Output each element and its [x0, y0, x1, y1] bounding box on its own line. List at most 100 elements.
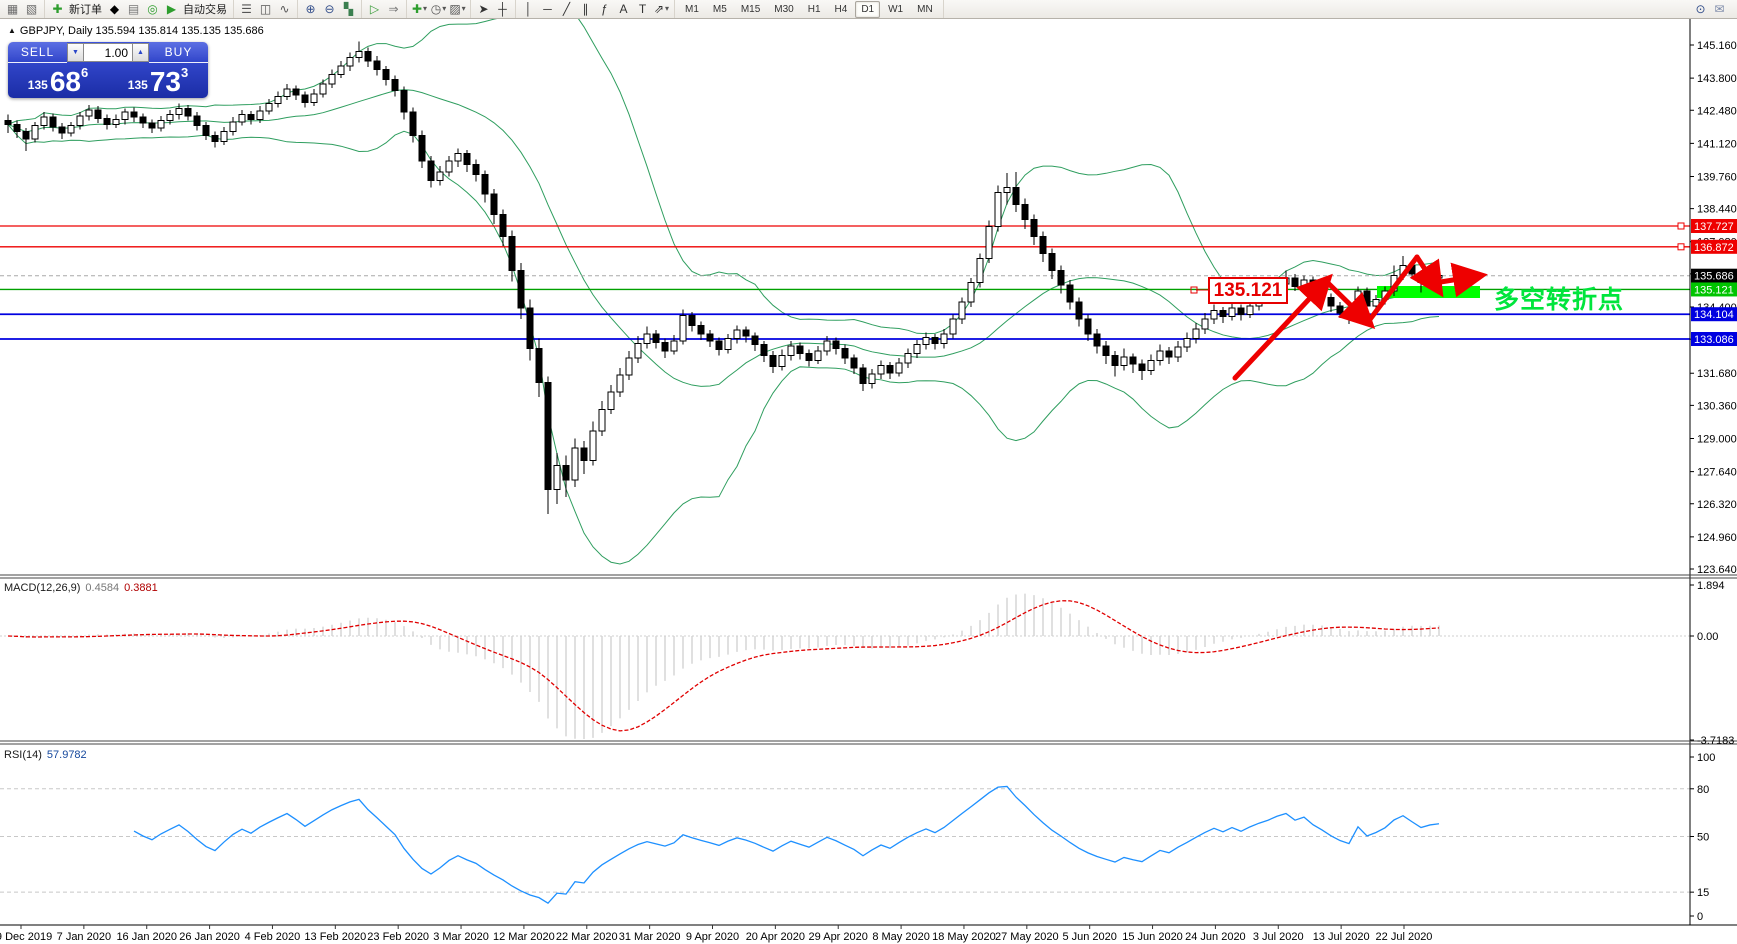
macd-main-value: 0.4584 — [85, 582, 119, 594]
symbol-ohlc-text: GBPJPY, Daily 135.594 135.814 135.135 13… — [20, 25, 264, 37]
bar-chart-icon[interactable]: ☰ — [238, 1, 255, 17]
price-axis: 145.160143.800142.480141.120139.760138.4… — [1690, 40, 1737, 576]
svg-text:4 Feb 2020: 4 Feb 2020 — [245, 931, 301, 943]
svg-text:16 Jan 2020: 16 Jan 2020 — [116, 931, 177, 943]
zoom-in-icon[interactable]: ⊕ — [302, 1, 319, 17]
text-icon[interactable]: A — [615, 1, 632, 17]
timeframe-d1[interactable]: D1 — [855, 1, 880, 18]
signals-icon[interactable]: ◎ — [144, 1, 161, 17]
timeframe-w1[interactable]: W1 — [882, 1, 909, 18]
svg-text:24 Jun 2020: 24 Jun 2020 — [1185, 931, 1246, 943]
svg-text:-3.7183: -3.7183 — [1697, 735, 1734, 747]
svg-text:29 Apr 2020: 29 Apr 2020 — [809, 931, 868, 943]
indicators-icon[interactable]: ✚▾ — [411, 1, 428, 17]
one-click-trading-panel: SELL ▼ 1.00 ▲ BUY 135 68 6 135 73 3 — [8, 42, 208, 98]
svg-text:26 Jan 2020: 26 Jan 2020 — [179, 931, 240, 943]
svg-text:130.360: 130.360 — [1697, 400, 1737, 412]
timeframe-mn[interactable]: MN — [911, 1, 939, 18]
svg-text:124.960: 124.960 — [1697, 532, 1737, 544]
toolbar-group: │─╱∥ƒAT⇗▾ — [516, 0, 675, 18]
timeframe-m1[interactable]: M1 — [679, 1, 705, 18]
toolbar-group: ☰◫∿ — [234, 0, 298, 18]
volume-down-button[interactable]: ▼ — [67, 43, 84, 62]
svg-text:3 Jul 2020: 3 Jul 2020 — [1253, 931, 1304, 943]
channel-icon[interactable]: ∥ — [577, 1, 594, 17]
autotrading-label[interactable]: 自动交易 — [183, 1, 227, 17]
svg-text:50: 50 — [1697, 832, 1709, 844]
indicator-axes: 1.8940.00-3.71831008050150 — [1690, 580, 1734, 923]
cn-annotation-text[interactable]: 多空转折点 — [1494, 280, 1624, 316]
market-watch-icon[interactable]: ▤ — [125, 1, 142, 17]
cursor-icon[interactable]: ➤ — [475, 1, 492, 17]
buy-button[interactable]: BUY — [149, 42, 208, 63]
periods-icon[interactable]: ◷▾ — [430, 1, 447, 17]
trendline-icon[interactable]: ╱ — [558, 1, 575, 17]
new-order-icon[interactable]: ✚ — [49, 1, 66, 17]
svg-text:8 May 2020: 8 May 2020 — [872, 931, 929, 943]
label-icon[interactable]: T — [634, 1, 651, 17]
buy-price[interactable]: 135 73 3 — [108, 63, 208, 97]
rsi-name: RSI(14) — [4, 749, 42, 761]
macd-signal-line — [8, 601, 1439, 731]
zoom-out-icon[interactable]: ⊖ — [321, 1, 338, 17]
search-icon[interactable]: ⊙ — [1692, 1, 1709, 17]
horizontal-line-icon[interactable]: ─ — [539, 1, 556, 17]
panel-splitter[interactable] — [0, 740, 1690, 745]
chart-canvas[interactable]: 145.160143.800142.480141.120139.760138.4… — [0, 0, 1737, 944]
collapse-icon[interactable]: ▲ — [8, 26, 16, 35]
svg-text:31 Mar 2020: 31 Mar 2020 — [619, 931, 681, 943]
sell-price[interactable]: 135 68 6 — [8, 63, 108, 97]
panel-splitter[interactable] — [0, 573, 1690, 578]
auto-scroll-icon[interactable]: ▷ — [366, 1, 383, 17]
toolbar-group: ▦▧ — [0, 0, 45, 18]
timeframe-m5[interactable]: M5 — [707, 1, 733, 18]
sell-price-prefix: 135 — [28, 78, 48, 92]
line-chart-icon[interactable]: ∿ — [276, 1, 293, 17]
volume-up-button[interactable]: ▲ — [132, 43, 149, 62]
chevron-down-icon[interactable]: ▾ — [423, 1, 427, 17]
main-toolbar: ▦▧✚新订单◆▤◎▶自动交易☰◫∿⊕⊖▚▷⇒✚▾◷▾▨▾➤┼│─╱∥ƒAT⇗▾M… — [0, 0, 1737, 19]
timeframe-m15[interactable]: M15 — [735, 1, 766, 18]
toolbar-right: ⊙✉ — [1688, 0, 1737, 18]
timeframe-m30[interactable]: M30 — [768, 1, 799, 18]
templates-icon[interactable]: ▨▾ — [449, 1, 466, 17]
candlestick-chart-icon[interactable]: ◫ — [257, 1, 274, 17]
profiles-icon[interactable]: ▧ — [23, 1, 40, 17]
chevron-down-icon[interactable]: ▾ — [665, 1, 669, 17]
svg-text:127.640: 127.640 — [1697, 467, 1737, 479]
svg-text:126.320: 126.320 — [1697, 499, 1737, 511]
chevron-down-icon[interactable]: ▾ — [442, 1, 446, 17]
svg-text:15: 15 — [1697, 887, 1709, 899]
tile-windows-icon[interactable]: ▚ — [340, 1, 357, 17]
svg-text:133.086: 133.086 — [1694, 334, 1734, 346]
svg-text:20 Apr 2020: 20 Apr 2020 — [746, 931, 805, 943]
sell-button[interactable]: SELL — [8, 42, 67, 63]
timeframe-h4[interactable]: H4 — [829, 1, 854, 18]
timeframe-h1[interactable]: H1 — [802, 1, 827, 18]
fibonacci-icon[interactable]: ƒ — [596, 1, 613, 17]
svg-text:136.872: 136.872 — [1694, 242, 1734, 254]
rsi-label: RSI(14)57.9782 — [4, 749, 87, 761]
svg-text:12 Mar 2020: 12 Mar 2020 — [493, 931, 555, 943]
svg-text:123.640: 123.640 — [1697, 564, 1737, 576]
crosshair-icon[interactable]: ┼ — [494, 1, 511, 17]
svg-text:22 Jul 2020: 22 Jul 2020 — [1376, 931, 1433, 943]
price-callout-135121[interactable]: 135.121 — [1208, 277, 1288, 304]
buy-price-big: 73 — [150, 68, 181, 96]
metaeditor-icon[interactable]: ◆ — [106, 1, 123, 17]
autotrading-icon[interactable]: ▶ — [163, 1, 180, 17]
svg-text:129.000: 129.000 — [1697, 433, 1737, 445]
chevron-down-icon[interactable]: ▾ — [462, 1, 466, 17]
arrows-icon[interactable]: ⇗▾ — [653, 1, 670, 17]
vertical-line-icon[interactable]: │ — [520, 1, 537, 17]
chart-shift-icon[interactable]: ⇒ — [385, 1, 402, 17]
svg-text:131.680: 131.680 — [1697, 368, 1737, 380]
svg-text:143.800: 143.800 — [1697, 73, 1737, 85]
volume-control: ▼ 1.00 ▲ — [67, 42, 149, 63]
new-chart-icon[interactable]: ▦ — [4, 1, 21, 17]
svg-text:80: 80 — [1697, 784, 1709, 796]
chat-icon[interactable]: ✉ — [1711, 1, 1728, 17]
volume-input[interactable]: 1.00 — [84, 43, 132, 62]
new-order-label[interactable]: 新订单 — [69, 1, 102, 17]
svg-text:22 Mar 2020: 22 Mar 2020 — [556, 931, 618, 943]
